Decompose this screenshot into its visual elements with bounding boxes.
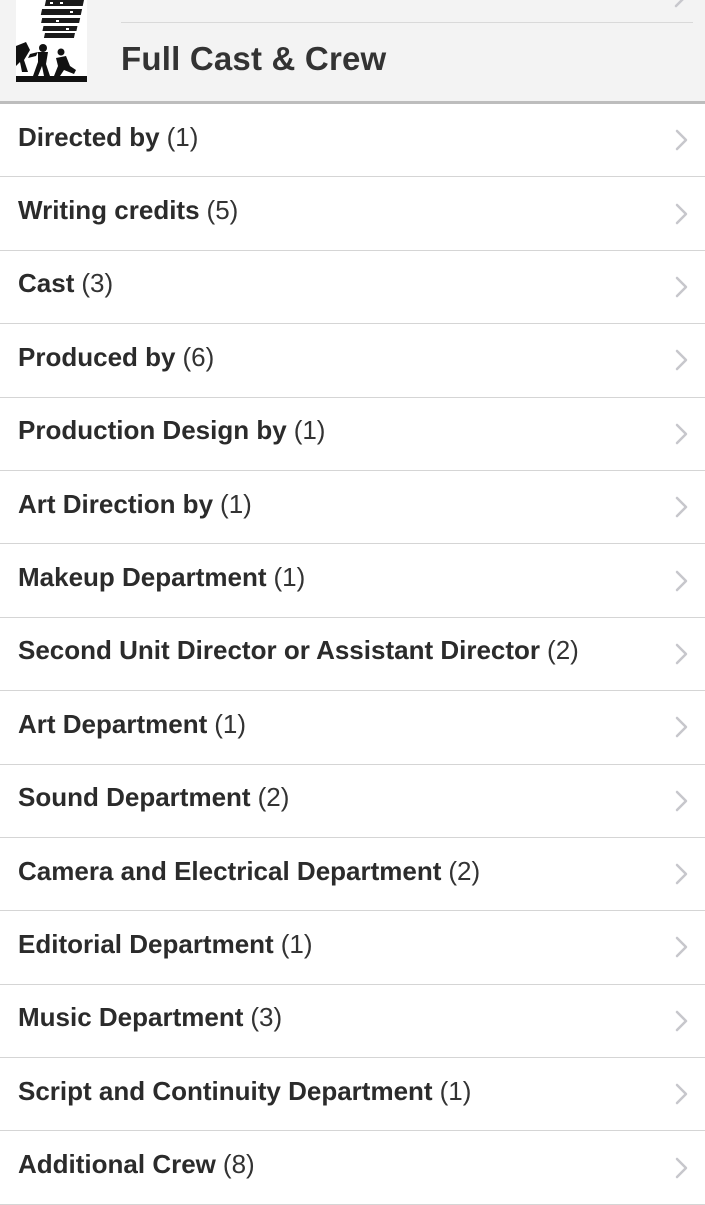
credit-category-label: Script and Continuity Department: [18, 1075, 433, 1106]
poster-artwork: [16, 0, 87, 82]
chevron-right-icon: [675, 570, 688, 591]
credit-category-label: Second Unit Director or Assistant Direct…: [18, 635, 541, 666]
credit-category-text: Makeup Department (1): [18, 562, 305, 593]
page-title: Full Cast & Crew: [121, 40, 387, 77]
credit-category-label: Sound Department: [18, 782, 251, 813]
chevron-right-icon: [675, 1010, 688, 1032]
credit-category-count: (8): [222, 1149, 255, 1180]
credits-list: Directed by (1) Writing credits (5) Cast (3) P…: [0, 104, 705, 1205]
chevron-right-icon: [675, 276, 688, 298]
credit-category-count: (1): [273, 562, 306, 593]
credit-category-row[interactable]: Directed by (1): [0, 104, 705, 178]
parent-title-link[interactable]: [121, 0, 693, 23]
credit-category-text: Art Direction by (1): [18, 489, 252, 520]
credit-category-row[interactable]: Production Design by (1): [0, 398, 705, 471]
credit-category-row[interactable]: Makeup Department (1): [0, 544, 705, 618]
chevron-right-icon: [675, 643, 688, 665]
credit-category-label: Art Department: [18, 708, 208, 739]
credit-category-text: Cast (3): [18, 268, 113, 299]
chevron-right-icon: [675, 863, 688, 885]
credit-category-count: (2): [257, 782, 290, 813]
credit-category-text: Directed by (1): [18, 122, 198, 153]
credit-category-row[interactable]: Camera and Electrical Department (2): [0, 838, 705, 912]
chevron-right-icon: [675, 350, 688, 371]
credit-category-row[interactable]: Writing credits (5): [0, 177, 705, 251]
chevron-right-icon: [675, 1157, 688, 1178]
chevron-right-icon: [675, 790, 688, 811]
page-header: Full Cast & Crew: [0, 0, 705, 104]
chevron-right-icon: [675, 423, 688, 444]
credit-category-text: Additional Crew (8): [18, 1149, 255, 1180]
chevron-right-icon: [675, 1084, 688, 1105]
credit-category-row[interactable]: Art Department (1): [0, 691, 705, 765]
credit-category-label: Camera and Electrical Department: [18, 855, 442, 886]
credit-category-count: (2): [448, 855, 481, 886]
credit-category-label: Writing credits: [18, 195, 200, 226]
chevron-right-icon: [675, 937, 688, 958]
credit-category-count: (5): [206, 195, 239, 226]
credit-category-count: (3): [81, 268, 114, 299]
credit-category-text: Produced by (6): [18, 342, 214, 373]
credit-category-row[interactable]: Additional Crew (8): [0, 1131, 705, 1205]
credit-category-count: (1): [166, 121, 199, 152]
credit-category-text: Art Department (1): [18, 709, 246, 740]
credit-category-label: Editorial Department: [18, 928, 274, 959]
credit-category-row[interactable]: Script and Continuity Department (1): [0, 1058, 705, 1132]
credit-category-count: (6): [182, 341, 215, 372]
credit-category-text: Script and Continuity Department (1): [18, 1076, 471, 1107]
credit-category-label: Cast: [18, 268, 75, 299]
credit-category-label: Music Department: [18, 1002, 244, 1033]
chevron-right-icon: [675, 717, 688, 738]
credit-category-row[interactable]: Music Department (3): [0, 985, 705, 1059]
credit-category-count: (1): [293, 415, 326, 446]
credit-category-text: Editorial Department (1): [18, 929, 313, 960]
credit-category-count: (1): [220, 488, 252, 519]
credit-category-label: Makeup Department: [18, 562, 267, 593]
credit-category-label: Produced by: [18, 341, 176, 372]
credit-category-count: (1): [280, 928, 313, 959]
credit-category-row[interactable]: Cast (3): [0, 251, 705, 325]
credit-category-text: Sound Department (2): [18, 782, 289, 813]
credit-category-label: Art Direction by: [18, 488, 214, 519]
credit-category-text: Second Unit Director or Assistant Direct…: [18, 635, 579, 666]
credit-category-text: Camera and Electrical Department (2): [18, 856, 480, 887]
credit-category-count: (3): [250, 1002, 283, 1033]
credit-category-label: Production Design by: [18, 415, 287, 446]
credit-category-row[interactable]: Art Direction by (1): [0, 471, 705, 545]
credit-category-row[interactable]: Editorial Department (1): [0, 911, 705, 985]
chevron-right-icon: [675, 129, 688, 151]
chevron-right-icon: [674, 0, 684, 8]
credit-category-row[interactable]: Sound Department (2): [0, 765, 705, 838]
credit-category-count: (2): [547, 635, 579, 666]
credit-category-text: Production Design by (1): [18, 415, 325, 446]
credit-category-label: Directed by: [18, 121, 160, 152]
credit-category-row[interactable]: Second Unit Director or Assistant Direct…: [0, 618, 705, 692]
chevron-right-icon: [675, 203, 688, 224]
credit-category-row[interactable]: Produced by (6): [0, 324, 705, 398]
credit-category-label: Additional Crew: [18, 1149, 216, 1180]
credit-category-text: Music Department (3): [18, 1002, 282, 1033]
credit-category-count: (1): [214, 708, 247, 739]
credit-category-text: Writing credits (5): [18, 195, 238, 226]
chevron-right-icon: [675, 496, 688, 518]
movie-poster-thumbnail[interactable]: [16, 0, 87, 82]
credit-category-count: (1): [439, 1075, 472, 1106]
